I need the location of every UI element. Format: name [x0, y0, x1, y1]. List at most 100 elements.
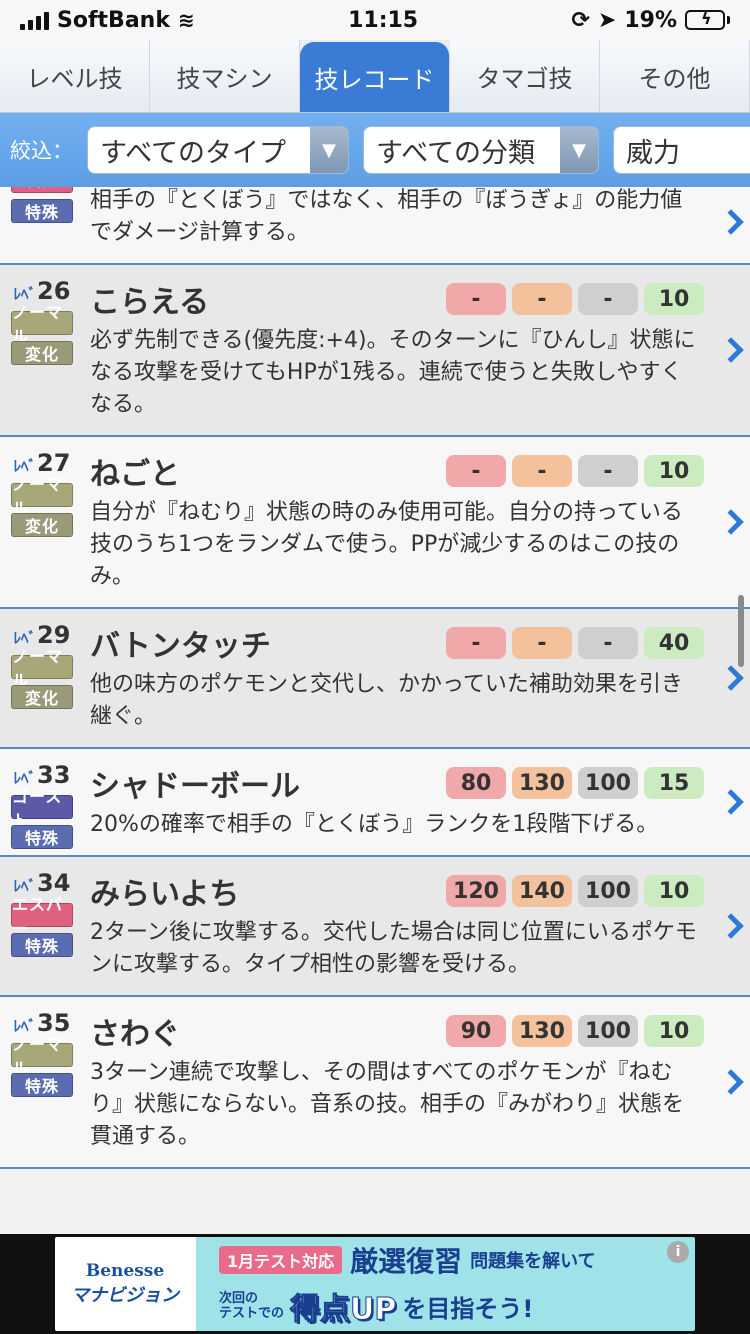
accuracy-stat: -: [578, 455, 638, 487]
power-select[interactable]: 威力: [613, 126, 750, 174]
power-stat: 90: [446, 1015, 506, 1047]
move-list: エスパー特殊相手の『とくぼう』ではなく、相手の『ぼうぎょ』の能力値でダメージ計算…: [0, 187, 750, 1234]
pp-stat: 15: [644, 767, 704, 799]
power-stat: 80: [446, 767, 506, 799]
ad-headline2: 得点UP: [290, 1292, 397, 1328]
accuracy-stat: 100: [578, 875, 638, 907]
tab-3[interactable]: タマゴ技: [450, 40, 600, 112]
move-header: バトンタッチ - - -40: [90, 621, 704, 665]
move-meta: ﾚﾍﾞ26 ノーマル 変化: [0, 265, 84, 435]
move-header: シャドーボール 80 130 100 15: [90, 761, 704, 805]
move-description: 自分が『ねむり』状態の時のみ使用可能。自分の持っている技のうち1つをランダムで使…: [90, 500, 683, 589]
ad-tag: 1月テスト対応: [219, 1246, 343, 1274]
move-meta: エスパー特殊: [0, 187, 84, 263]
move-description: 他の味方のポケモンと交代し、かかっていた補助効果を引き継ぐ。: [90, 672, 683, 729]
category-badge: 特殊: [11, 933, 73, 957]
move-description: 2ターン後に攻撃する。交代した場合は同じ位置にいるポケモンに攻撃する。タイプ相性…: [90, 920, 697, 977]
category-badge: 変化: [11, 513, 73, 537]
z-power-stat: 130: [512, 767, 572, 799]
chevron-down-icon: ▼: [560, 127, 598, 173]
type-select[interactable]: すべてのタイプ ▼: [87, 126, 349, 174]
move-row[interactable]: ﾚﾍﾞ26 ノーマル 変化 こらえる - - -10 必ず先制できる(優先度:+4)。そのター…: [0, 265, 750, 437]
ad-small-line1: 次回の: [219, 1291, 259, 1306]
move-name: さわぐ: [90, 1017, 180, 1052]
info-icon[interactable]: i: [667, 1241, 689, 1263]
move-name: こらえる: [90, 285, 210, 320]
rotation-lock-icon: ⟳: [571, 7, 590, 33]
move-row[interactable]: ﾚﾍﾞ27 ノーマル 変化 ねごと - - -10 自分が『ねむり』状態の時のみ使用可能。自分…: [0, 437, 750, 609]
chevron-right-icon[interactable]: [718, 509, 744, 535]
type-badge: ゴースト: [11, 787, 73, 830]
z-power-stat: 140: [512, 875, 572, 907]
wifi-icon: ≋: [177, 8, 195, 32]
move-meta: ﾚﾍﾞ35 ノーマル 特殊: [0, 997, 84, 1167]
move-body: シャドーボール 80 130 100 15 20%の確率で相手の『とくぼう』ランクを1段階…: [84, 749, 710, 855]
battery-icon: ϟ: [685, 9, 730, 30]
scrollbar[interactable]: [738, 595, 744, 667]
z-power-stat: -: [512, 455, 572, 487]
tab-1[interactable]: 技マシン: [150, 40, 300, 112]
filter-bar: 絞込： すべてのタイプ ▼ すべての分類 ▼ 威力: [0, 113, 750, 187]
tab-0[interactable]: レベル技: [0, 40, 150, 112]
pp-stat: 10: [644, 283, 704, 315]
category-select-value: すべての分類: [376, 137, 536, 169]
ad-banner[interactable]: Benesse マナビジョン 1月テスト対応 厳選復習 問題集を解いて 次回の …: [0, 1234, 750, 1334]
z-power-stat: -: [512, 283, 572, 315]
ad-brand-top: Benesse: [85, 1261, 165, 1281]
chevron-right-icon[interactable]: [718, 1069, 744, 1095]
move-name: ねごと: [90, 457, 180, 492]
type-badge: ノーマル: [11, 1035, 73, 1078]
move-row[interactable]: ﾚﾍﾞ33 ゴースト 特殊 シャドーボール 80 130 100 15 20%の確率で相手の『と…: [0, 749, 750, 857]
accuracy-stat: -: [578, 627, 638, 659]
move-body: さわぐ 90 130 100 10 3ターン連続で攻撃し、その間はすべてのポケモンが『ねむ…: [84, 997, 710, 1167]
ad-content[interactable]: Benesse マナビジョン 1月テスト対応 厳選復習 問題集を解いて 次回の …: [55, 1237, 695, 1331]
power-stat: -: [446, 627, 506, 659]
move-name: みらいよち: [90, 877, 240, 912]
ad-small-line2: テストでの: [219, 1306, 285, 1321]
move-row[interactable]: ﾚﾍﾞ34 エスパー 特殊 みらいよち 120 140 100 10 2ターン後に攻撃する。交代…: [0, 857, 750, 997]
move-body: みらいよち 120 140 100 10 2ターン後に攻撃する。交代した場合は同じ位置にい…: [84, 857, 710, 995]
move-stats: - - -10: [446, 455, 704, 487]
chevron-right-icon[interactable]: [718, 789, 744, 815]
move-row[interactable]: エスパー特殊相手の『とくぼう』ではなく、相手の『ぼうぎょ』の能力値でダメージ計算…: [0, 187, 750, 265]
category-badge: 特殊: [11, 199, 73, 223]
category-badge: 変化: [11, 685, 73, 709]
move-stats: 120 140 100 10: [446, 875, 704, 907]
chevron-right-icon[interactable]: [718, 209, 744, 235]
move-description: 必ず先制できる(優先度:+4)。そのターンに『ひんし』状態になる攻撃を受けてもH…: [90, 328, 696, 417]
move-stats: - - -10: [446, 283, 704, 315]
type-badge: ノーマル: [11, 303, 73, 346]
category-select[interactable]: すべての分類 ▼: [363, 126, 599, 174]
accuracy-stat: 100: [578, 767, 638, 799]
move-body: 相手の『とくぼう』ではなく、相手の『ぼうぎょ』の能力値でダメージ計算する。: [84, 187, 710, 263]
z-power-stat: -: [512, 627, 572, 659]
type-badge: エスパー: [11, 187, 73, 193]
chevron-down-icon: ▼: [310, 127, 348, 173]
category-badge: 変化: [11, 341, 73, 365]
filter-label: 絞込：: [10, 139, 73, 163]
battery-percent: 19%: [624, 7, 677, 33]
category-badge: 特殊: [11, 825, 73, 849]
move-row[interactable]: ﾚﾍﾞ29 ノーマル 変化 バトンタッチ - - -40 他の味方のポケモンと交代し、かかって…: [0, 609, 750, 749]
chevron-right-icon[interactable]: [718, 337, 744, 363]
move-row[interactable]: ﾚﾍﾞ35 ノーマル 特殊 さわぐ 90 130 100 10 3ターン連続で攻撃し、その間はす…: [0, 997, 750, 1169]
move-meta: ﾚﾍﾞ33 ゴースト 特殊: [0, 749, 84, 855]
move-description: 20%の確率で相手の『とくぼう』ランクを1段階下げる。: [90, 812, 659, 837]
category-badge: 特殊: [11, 1073, 73, 1097]
status-bar: SoftBank ≋ 11:15 ⟳ ➤ 19% ϟ: [0, 0, 750, 40]
move-meta: ﾚﾍﾞ34 エスパー 特殊: [0, 857, 84, 995]
move-stats: 80 130 100 15: [446, 767, 704, 799]
type-badge: エスパー: [11, 895, 73, 938]
tab-4[interactable]: その他: [600, 40, 750, 112]
move-header: こらえる - - -10: [90, 277, 704, 321]
tab-2[interactable]: 技レコード: [300, 42, 450, 112]
chevron-right-icon[interactable]: [718, 665, 744, 691]
accuracy-stat: -: [578, 283, 638, 315]
ad-small-text: 次回の テストでの: [219, 1291, 284, 1321]
chevron-right-icon[interactable]: [718, 913, 744, 939]
pp-stat: 10: [644, 1015, 704, 1047]
type-select-value: すべてのタイプ: [100, 137, 287, 169]
z-power-stat: 130: [512, 1015, 572, 1047]
ad-brand-bottom: マナビジョン: [71, 1285, 179, 1306]
accuracy-stat: 100: [578, 1015, 638, 1047]
